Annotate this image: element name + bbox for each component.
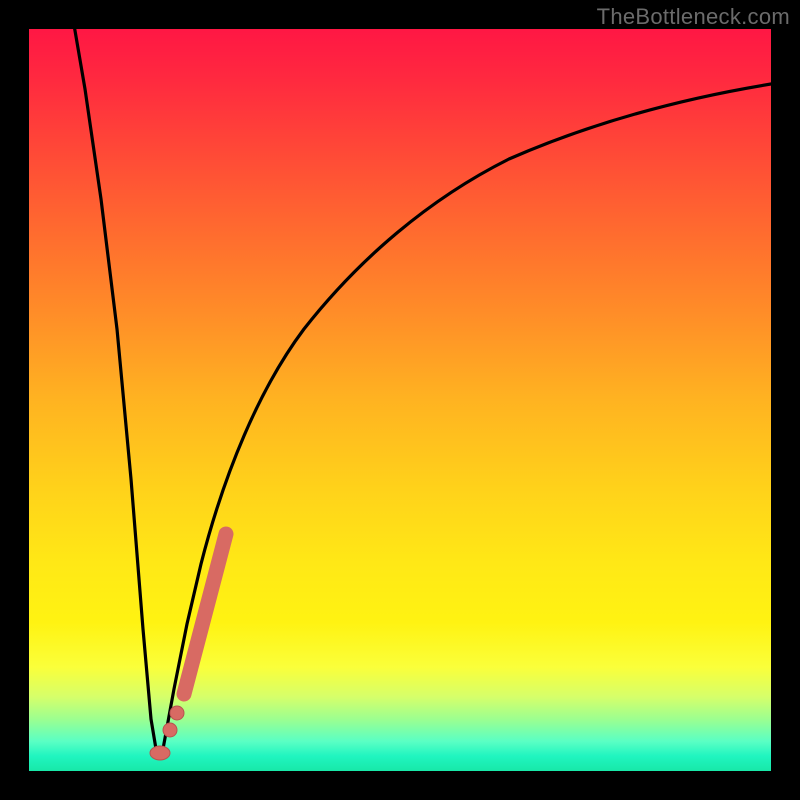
marker-end-lower	[150, 746, 170, 760]
bottleneck-curve	[73, 29, 771, 755]
chart-frame: TheBottleneck.com	[0, 0, 800, 800]
plot-area	[29, 29, 771, 771]
marker-dot-b	[170, 706, 184, 720]
marker-dot-a	[163, 723, 177, 737]
attribution-text: TheBottleneck.com	[597, 4, 790, 30]
chart-svg	[29, 29, 771, 771]
